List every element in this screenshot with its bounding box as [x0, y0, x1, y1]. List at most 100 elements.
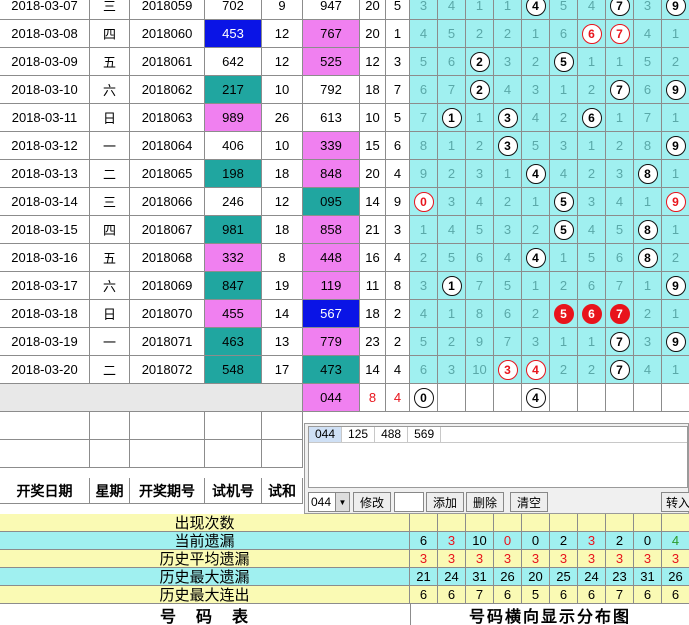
- dist-cell: 8: [634, 160, 662, 188]
- dist-cell: 3: [438, 188, 466, 216]
- test-sum-cell-text: 12: [274, 26, 290, 41]
- dist-cell: 4: [634, 20, 662, 48]
- dist-cell: 7: [606, 272, 634, 300]
- weekday-cell-text: 日: [102, 111, 116, 126]
- issue-cell: 2018068: [130, 244, 205, 272]
- list-item[interactable]: 125: [342, 427, 376, 442]
- number-ball: 5: [553, 303, 574, 324]
- pending-draw-text: 044: [320, 390, 342, 405]
- number-combo[interactable]: 044 ▼: [308, 492, 350, 512]
- dist-cell: 7: [466, 272, 494, 300]
- dist-cell: 7: [606, 20, 634, 48]
- number-ball: 9: [665, 191, 686, 212]
- span-cell-text: 1: [393, 26, 402, 41]
- dist-cell: 3: [494, 104, 522, 132]
- dist-cell: 5: [494, 272, 522, 300]
- stats-value: 0: [494, 532, 522, 550]
- dist-cell: 7: [438, 76, 466, 104]
- test-sum-cell: 12: [262, 188, 303, 216]
- clear-button[interactable]: 清空: [510, 492, 548, 512]
- weekday-cell: 五: [90, 48, 130, 76]
- span-cell-text: 5: [393, 110, 402, 125]
- dist-cell: 2: [494, 188, 522, 216]
- stats-value: [578, 514, 606, 532]
- edit-button[interactable]: 修改: [353, 492, 391, 512]
- stats-value-text: 3: [447, 551, 456, 566]
- dist-cell: 9: [662, 188, 689, 216]
- test-number-cell: 217: [205, 76, 262, 104]
- test-number-cell: 406: [205, 132, 262, 160]
- number-ball: 7: [609, 23, 630, 44]
- stats-value-text: 4: [671, 533, 680, 548]
- stats-value: 3: [578, 550, 606, 568]
- test-sum-cell-text: 9: [278, 0, 286, 13]
- dist-cell: 4: [522, 160, 550, 188]
- draw-number-cell: 448: [303, 244, 360, 272]
- dist-cell: 6: [466, 244, 494, 272]
- draw-number-cell-text: 119: [320, 278, 342, 293]
- stats-value: 31: [634, 568, 662, 586]
- stats-value-text: 31: [640, 569, 655, 584]
- dist-cell: 6: [438, 48, 466, 76]
- dist-cell: 3: [466, 160, 494, 188]
- span-cell: 4: [386, 160, 410, 188]
- weekday-cell: 二: [90, 160, 130, 188]
- issue-cell: 2018070: [130, 300, 205, 328]
- add-button[interactable]: 添加: [426, 492, 464, 512]
- draw-number-cell-text: 767: [320, 26, 342, 41]
- list-item[interactable]: 488: [375, 427, 409, 442]
- import-button[interactable]: 转入: [661, 492, 689, 512]
- weekday-cell: 五: [90, 244, 130, 272]
- weekday-cell-text: 六: [102, 279, 116, 294]
- issue-cell-text: 2018062: [141, 82, 193, 97]
- weekday-cell: 日: [90, 104, 130, 132]
- test-number-cell: 548: [205, 356, 262, 384]
- draw-number-cell: 567: [303, 300, 360, 328]
- date-cell: 2018-03-13: [0, 160, 90, 188]
- issue-cell-text: 2018065: [141, 166, 193, 181]
- stats-value-text: 24: [444, 569, 459, 584]
- dist-cell: 3: [634, 0, 662, 20]
- number-ball: 2: [469, 79, 490, 100]
- date-cell-text: 2018-03-09: [11, 54, 78, 69]
- date-cell-text: 2018-03-12: [11, 138, 78, 153]
- test-number-cell-text: 989: [222, 110, 244, 125]
- test-number-cell-text: 463: [222, 334, 244, 349]
- dist-cell: 3: [494, 356, 522, 384]
- stats-value: 3: [578, 532, 606, 550]
- number-ball: 4: [525, 387, 546, 408]
- pending-draw: 044: [303, 384, 360, 412]
- chevron-down-icon[interactable]: ▼: [335, 493, 349, 511]
- pending-sum: 8: [360, 384, 386, 412]
- pending-dist-cell: [550, 384, 578, 412]
- test-sum-cell-text: 12: [274, 54, 290, 69]
- number-input[interactable]: [394, 492, 424, 512]
- draw-number-cell: 858: [303, 216, 360, 244]
- stats-value-text: 2: [559, 533, 568, 548]
- stats-value: [522, 514, 550, 532]
- number-ball: 9: [665, 331, 686, 352]
- draw-number-cell: 339: [303, 132, 360, 160]
- sum-cell: 14: [360, 356, 386, 384]
- stats-value: 3: [606, 550, 634, 568]
- dist-cell: 6: [578, 272, 606, 300]
- draw-number-cell: 792: [303, 76, 360, 104]
- issue-cell-text: 2018063: [141, 110, 193, 125]
- list-item[interactable]: 569: [408, 427, 442, 442]
- stats-value: 4: [662, 532, 689, 550]
- list-item[interactable]: 044: [309, 427, 343, 442]
- issue-cell-text: 2018059: [141, 0, 193, 13]
- delete-button[interactable]: 删除: [466, 492, 504, 512]
- dist-cell: 2: [522, 48, 550, 76]
- dist-cell: 5: [410, 48, 438, 76]
- dist-cell: 9: [662, 0, 689, 20]
- number-list[interactable]: 044 125 488 569: [308, 426, 688, 488]
- issue-cell-text: 2018070: [141, 306, 193, 321]
- sum-cell: 21: [360, 216, 386, 244]
- weekday-cell: 一: [90, 132, 130, 160]
- dist-cell: 2: [438, 160, 466, 188]
- test-sum-cell: 8: [262, 244, 303, 272]
- stats-value: 6: [578, 586, 606, 604]
- date-cell-text: 2018-03-16: [11, 250, 78, 265]
- dist-cell: 5: [550, 300, 578, 328]
